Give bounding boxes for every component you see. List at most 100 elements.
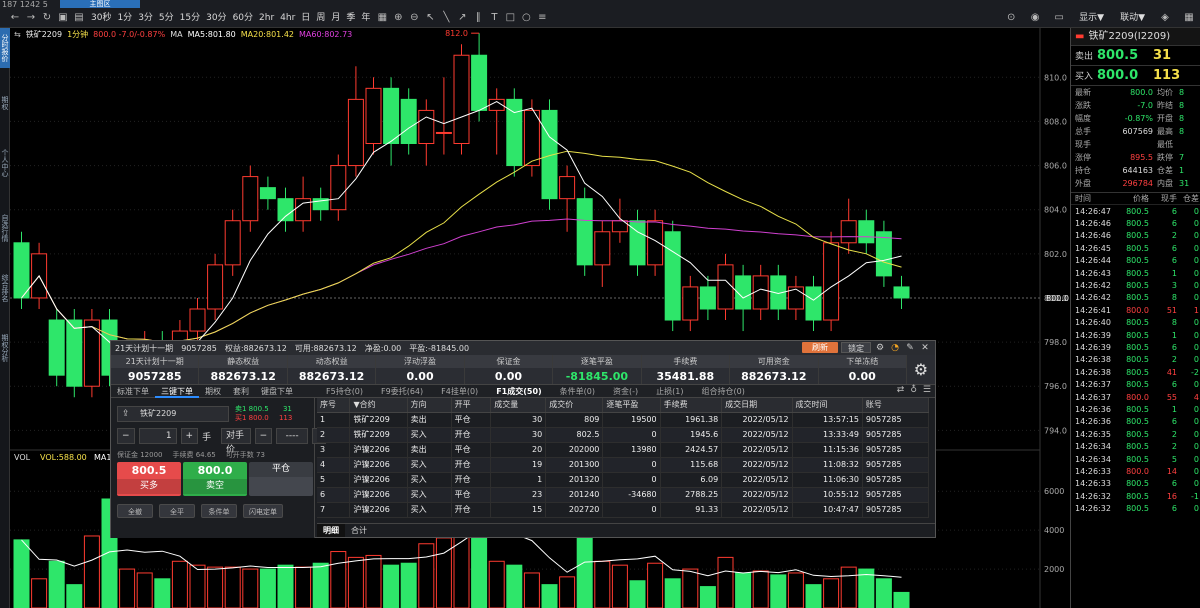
- tick-row[interactable]: 14:26:45 800.5 6 0: [1071, 242, 1200, 254]
- period-4[interactable]: 15分: [177, 9, 203, 27]
- period-5[interactable]: 30分: [203, 9, 229, 27]
- chart-period[interactable]: 1分钟: [67, 29, 88, 40]
- column-header-10[interactable]: 账号: [862, 398, 930, 413]
- display-dropdown[interactable]: 显示▼: [1076, 9, 1107, 27]
- ray-tool-icon[interactable]: ↗: [455, 9, 469, 27]
- window-icon[interactable]: ▭: [1052, 9, 1066, 27]
- ask-row[interactable]: 卖出 800.5 31: [1071, 46, 1200, 66]
- column-header-3[interactable]: 开平: [451, 398, 492, 413]
- back-icon[interactable]: ←: [8, 9, 22, 27]
- forward-icon[interactable]: →: [24, 9, 38, 27]
- tick-row[interactable]: 14:26:35 800.5 2 0: [1071, 428, 1200, 440]
- cursor-icon[interactable]: ↖: [423, 9, 437, 27]
- price-type-dropdown[interactable]: 对手价: [221, 428, 251, 455]
- tick-row[interactable]: 14:26:41 800.0 51 1: [1071, 304, 1200, 316]
- tick-row[interactable]: 14:26:44 800.5 6 0: [1071, 255, 1200, 267]
- table-row[interactable]: 3 沪镍2206 卖出 平仓 20 202000 13980 2424.57 2022/05/1…: [317, 442, 930, 458]
- record-tab-3[interactable]: F1成交(50): [487, 386, 550, 397]
- quick-button-3[interactable]: 闪电定单: [243, 504, 283, 518]
- table-row[interactable]: 4 沪镍2206 买入 开仓 19 201300 0 115.68 2022/05/12 11:0…: [317, 457, 930, 473]
- record-tab-2[interactable]: F4挂单(0): [432, 386, 487, 397]
- tick-row[interactable]: 14:26:43 800.5 1 0: [1071, 267, 1200, 279]
- menu-icon[interactable]: ☰: [923, 385, 931, 395]
- tick-row[interactable]: 14:26:39 800.5 6 0: [1071, 341, 1200, 353]
- period-0[interactable]: 30秒: [88, 9, 114, 27]
- symbol-input[interactable]: ⇪ 铁矿2209: [117, 406, 229, 422]
- column-header-4[interactable]: 成交量: [490, 398, 547, 413]
- quick-button-1[interactable]: 全平: [159, 504, 195, 518]
- qty-input[interactable]: 1: [138, 428, 177, 444]
- tick-row[interactable]: 14:26:46 800.5 2 0: [1071, 230, 1200, 242]
- price-minus-button[interactable]: −: [254, 428, 273, 444]
- refresh-icon[interactable]: ↻: [40, 9, 54, 27]
- order-tab-1[interactable]: 三键下单: [155, 385, 199, 398]
- table-row[interactable]: 6 沪镍2206 买入 平仓 23 201240 -34680 2788.25 2022/05/…: [317, 487, 930, 503]
- tick-row[interactable]: 14:26:37 800.0 55 4: [1071, 391, 1200, 403]
- table-row[interactable]: 5 沪镍2206 买入 开仓 1 201320 0 6.09 2022/05/12 11:06:3…: [317, 472, 930, 488]
- tick-row[interactable]: 14:26:46 800.5 6 0: [1071, 217, 1200, 229]
- link-dropdown[interactable]: 联动▼: [1117, 9, 1148, 27]
- minus-icon[interactable]: ▬: [1075, 31, 1084, 42]
- table-row[interactable]: 7 沪镍2206 买入 开仓 15 202720 0 91.33 2022/05/12 10:47…: [317, 502, 930, 518]
- tick-row[interactable]: 14:26:33 800.5 6 0: [1071, 478, 1200, 490]
- zoom-out-icon[interactable]: ⊖: [407, 9, 421, 27]
- tick-row[interactable]: 14:26:38 800.5 41 -2: [1071, 366, 1200, 378]
- tick-row[interactable]: 14:26:32 800.5 6 0: [1071, 502, 1200, 514]
- qty-minus-button[interactable]: −: [117, 428, 135, 444]
- sidebar-item-1[interactable]: 期权: [0, 88, 10, 118]
- close-icon[interactable]: ✕: [919, 343, 931, 353]
- period-12[interactable]: 季: [343, 9, 358, 27]
- ellipse-tool-icon[interactable]: ○: [519, 9, 533, 27]
- tick-row[interactable]: 14:26:36 800.5 1 0: [1071, 403, 1200, 415]
- quick-button-2[interactable]: 条件单: [201, 504, 237, 518]
- tick-row[interactable]: 14:26:34 800.5 2 0: [1071, 440, 1200, 452]
- period-6[interactable]: 60分: [230, 9, 256, 27]
- text-tool-icon[interactable]: T: [487, 9, 501, 27]
- tick-row[interactable]: 14:26:39 800.5 1 0: [1071, 329, 1200, 341]
- channel-tool-icon[interactable]: ∥: [471, 9, 485, 27]
- lock-button[interactable]: 锁定: [841, 342, 871, 353]
- column-header-6[interactable]: 逐笔平盈: [602, 398, 661, 413]
- tab-main-chart[interactable]: 主图区: [60, 0, 140, 8]
- buy-long-button[interactable]: 800.5 买多: [117, 462, 181, 496]
- price-input[interactable]: ----: [276, 428, 309, 444]
- period-8[interactable]: 4hr: [277, 9, 298, 27]
- tick-row[interactable]: 14:26:37 800.5 6 0: [1071, 378, 1200, 390]
- record-tab-4[interactable]: 条件单(0): [551, 386, 604, 397]
- tick-row[interactable]: 14:26:33 800.0 14 0: [1071, 465, 1200, 477]
- edit-icon[interactable]: ✎: [904, 343, 916, 353]
- order-tab-4[interactable]: 键盘下单: [255, 385, 299, 398]
- tick-row[interactable]: 14:26:42 800.5 3 0: [1071, 279, 1200, 291]
- column-header-7[interactable]: 手续费: [660, 398, 723, 413]
- tick-row[interactable]: 14:26:47 800.5 6 0: [1071, 205, 1200, 217]
- lock-icon[interactable]: ⊙: [1004, 9, 1018, 27]
- trades-table[interactable]: 序号 ▼合约 方向 开平 成交量 成交价 逐笔平盈 手续费 成交日期 成交时间 账号 1 铁矿2209…: [317, 398, 930, 518]
- record-tab-1[interactable]: F9委托(64): [372, 386, 432, 397]
- save-icon[interactable]: ▣: [56, 9, 70, 27]
- tick-row[interactable]: 14:26:38 800.5 2 0: [1071, 354, 1200, 366]
- close-position-button[interactable]: 平仓: [249, 462, 313, 496]
- grid-icon[interactable]: ▦: [375, 9, 389, 27]
- qty-plus-button[interactable]: +: [180, 428, 199, 444]
- period-3[interactable]: 5分: [156, 9, 177, 27]
- sidebar-item-5[interactable]: 期权分析: [0, 328, 10, 368]
- detail-tab-0[interactable]: 明细: [317, 524, 345, 537]
- account-settings-icon[interactable]: ⚙: [907, 355, 935, 384]
- ma-label[interactable]: MA: [170, 30, 182, 39]
- period-2[interactable]: 3分: [135, 9, 156, 27]
- swap-icon[interactable]: ⇄: [897, 385, 905, 395]
- grid-view-icon[interactable]: ▦: [1182, 9, 1196, 27]
- settings-icon[interactable]: ⚙: [874, 343, 886, 353]
- period-7[interactable]: 2hr: [256, 9, 277, 27]
- sidebar-item-2[interactable]: 个人中心: [0, 138, 10, 188]
- record-tab-5[interactable]: 资金(-): [604, 386, 647, 397]
- sidebar-item-4[interactable]: 综合排名: [0, 268, 10, 308]
- period-9[interactable]: 日: [298, 9, 313, 27]
- sell-short-button[interactable]: 800.0 卖空: [183, 462, 247, 496]
- alert-icon[interactable]: ◉: [1028, 9, 1042, 27]
- order-tab-0[interactable]: 标准下单: [111, 385, 155, 398]
- period-10[interactable]: 周: [313, 9, 328, 27]
- period-1[interactable]: 1分: [114, 9, 135, 27]
- detail-tab-1[interactable]: 合计: [345, 524, 373, 537]
- record-tab-7[interactable]: 组合持仓(0): [693, 386, 754, 397]
